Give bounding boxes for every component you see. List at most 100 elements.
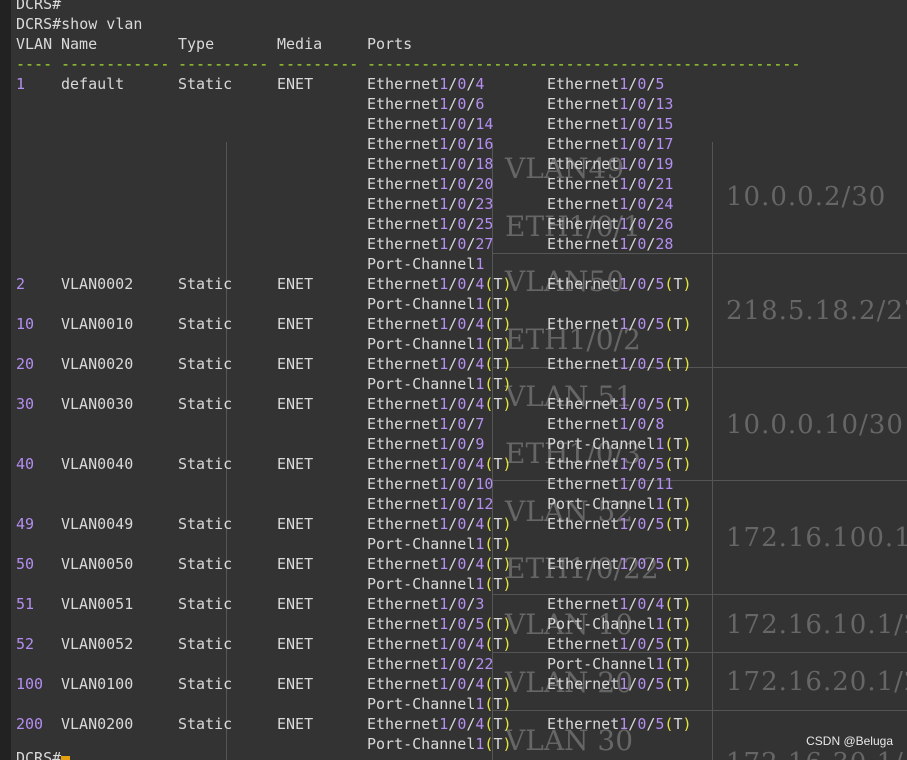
command-text: DCRS#show vlan	[16, 15, 143, 33]
text-cursor	[61, 756, 70, 760]
bottom-prompt-text: DCRS#	[16, 749, 62, 760]
vlan-cell-name: VLAN0002	[61, 275, 134, 293]
vlan-table-row: 200 VLAN0200 Static ENET Ethernet1/0/4(T) Eth…	[0, 714, 907, 734]
vlan-cell-name: VLAN0020	[61, 355, 134, 373]
terminal-window[interactable]: VLAN49 ETH1/0/1 VLAN50 ETH1/0/2 VLAN 51 …	[0, 0, 907, 760]
vlan-cell-p1: Port-Channel1(T)	[367, 695, 512, 713]
vlan-cell-p1: Port-Channel1(T)	[367, 535, 512, 553]
watermark: CSDN @Beluga	[806, 734, 893, 748]
vlan-cell-p2: Ethernet1/0/24	[547, 195, 674, 213]
vlan-cell-p1: Ethernet1/0/4(T)	[367, 515, 512, 533]
vlan-cell-p1: Port-Channel1(T)	[367, 335, 512, 353]
vlan-cell-type: Static	[178, 595, 233, 613]
vlan-cell-vlan: 30	[16, 395, 35, 413]
vlan-cell-p1: Ethernet1/0/4(T)	[367, 395, 512, 413]
header-type: Type	[178, 35, 215, 53]
vlan-table-row: Ethernet1/0/16 Ethernet1/0/17	[0, 134, 907, 154]
vlan-cell-type: Static	[178, 635, 233, 653]
vlan-table-row: 10 VLAN0010 Static ENET Ethernet1/0/4(T) Ethe…	[0, 314, 907, 334]
vlan-cell-type: Static	[178, 315, 233, 333]
vlan-table-row: Ethernet1/0/18 Ethernet1/0/19	[0, 154, 907, 174]
vlan-cell-p2: Ethernet1/0/4(T)	[547, 595, 692, 613]
header-media: Media	[277, 35, 323, 53]
vlan-cell-p2: Ethernet1/0/11	[547, 475, 674, 493]
vlan-table-row: 51 VLAN0051 Static ENET Ethernet1/0/3 Etherne…	[0, 594, 907, 614]
vlan-cell-p2: Ethernet1/0/5(T)	[547, 635, 692, 653]
vlan-cell-type: Static	[178, 455, 233, 473]
vlan-cell-p2: Port-Channel1(T)	[547, 495, 692, 513]
vlan-cell-p2: Ethernet1/0/5(T)	[547, 515, 692, 533]
vlan-cell-type: Static	[178, 275, 233, 293]
vlan-table-row: Port-Channel1	[0, 254, 907, 274]
vlan-cell-p1: Port-Channel1	[367, 255, 485, 273]
vlan-table-row: Ethernet1/0/23 Ethernet1/0/24	[0, 194, 907, 214]
vlan-table-row: 1 default Static ENET Ethernet1/0/4 Ethernet1…	[0, 74, 907, 94]
vlan-table-row: Port-Channel1(T)	[0, 694, 907, 714]
vlan-cell-media: ENET	[277, 555, 314, 573]
bottom-prompt-line: DCRS#	[0, 748, 907, 760]
vlan-table-row: Ethernet1/0/25 Ethernet1/0/26	[0, 214, 907, 234]
vlan-cell-p1: Ethernet1/0/18	[367, 155, 494, 173]
vlan-cell-type: Static	[178, 395, 233, 413]
header-row: VLAN Name Type Media Ports	[0, 34, 907, 54]
vlan-cell-p1: Ethernet1/0/12	[367, 495, 494, 513]
vlan-cell-type: Static	[178, 555, 233, 573]
vlan-cell-p1: Ethernet1/0/9	[367, 435, 485, 453]
separator-name: ------------	[61, 55, 170, 73]
vlan-cell-type: Static	[178, 75, 233, 93]
vlan-cell-vlan: 20	[16, 355, 35, 373]
vlan-cell-p1: Ethernet1/0/20	[367, 175, 494, 193]
vlan-cell-name: VLAN0040	[61, 455, 134, 473]
vlan-cell-p2: Ethernet1/0/19	[547, 155, 674, 173]
vlan-cell-p2: Port-Channel1(T)	[547, 655, 692, 673]
prompt-line: DCRS#	[0, 0, 907, 14]
vlan-cell-vlan: 10	[16, 315, 35, 333]
vlan-cell-p1: Ethernet1/0/10	[367, 475, 494, 493]
vlan-cell-p2: Ethernet1/0/5(T)	[547, 395, 692, 413]
vlan-cell-media: ENET	[277, 595, 314, 613]
vlan-cell-p2: Ethernet1/0/5(T)	[547, 275, 692, 293]
header-vlan: VLAN	[16, 35, 53, 53]
vlan-cell-vlan: 50	[16, 555, 35, 573]
vlan-table-row: Ethernet1/0/20 Ethernet1/0/21	[0, 174, 907, 194]
vlan-cell-p1: Ethernet1/0/23	[367, 195, 494, 213]
vlan-cell-vlan: 100	[16, 675, 44, 693]
vlan-cell-p1: Ethernet1/0/5(T)	[367, 615, 512, 633]
vlan-cell-p2: Ethernet1/0/5(T)	[547, 455, 692, 473]
vlan-table-row: Ethernet1/0/5(T) Port-Channel1(T)	[0, 614, 907, 634]
vlan-cell-media: ENET	[277, 455, 314, 473]
vlan-cell-p1: Ethernet1/0/3	[367, 595, 485, 613]
vlan-cell-p2: Ethernet1/0/28	[547, 235, 674, 253]
vlan-cell-type: Static	[178, 355, 233, 373]
vlan-cell-name: VLAN0052	[61, 635, 134, 653]
vlan-cell-name: VLAN0050	[61, 555, 134, 573]
vlan-cell-p2: Ethernet1/0/5(T)	[547, 315, 692, 333]
vlan-cell-p1: Ethernet1/0/16	[367, 135, 494, 153]
vlan-cell-p1: Ethernet1/0/6	[367, 95, 485, 113]
vlan-cell-vlan: 2	[16, 275, 26, 293]
vlan-cell-media: ENET	[277, 635, 314, 653]
vlan-cell-name: VLAN0051	[61, 595, 134, 613]
vlan-cell-p2: Ethernet1/0/26	[547, 215, 674, 233]
separator-type: ----------	[178, 55, 269, 73]
vlan-cell-name: VLAN0010	[61, 315, 134, 333]
vlan-table-row: Ethernet1/0/27 Ethernet1/0/28	[0, 234, 907, 254]
vlan-table-row: Port-Channel1(T)	[0, 334, 907, 354]
vlan-cell-p1: Ethernet1/0/22	[367, 655, 494, 673]
vlan-cell-p1: Ethernet1/0/7	[367, 415, 485, 433]
vlan-cell-p2: Ethernet1/0/5(T)	[547, 355, 692, 373]
vlan-cell-name: VLAN0100	[61, 675, 134, 693]
vlan-cell-p1: Ethernet1/0/4(T)	[367, 455, 512, 473]
vlan-cell-media: ENET	[277, 75, 314, 93]
vlan-cell-media: ENET	[277, 395, 314, 413]
vlan-table-row: 2 VLAN0002 Static ENET Ethernet1/0/4(T) Ether…	[0, 274, 907, 294]
vlan-cell-p2: Ethernet1/0/17	[547, 135, 674, 153]
separator-media: ---------	[277, 55, 359, 73]
vlan-cell-media: ENET	[277, 275, 314, 293]
vlan-cell-p2: Ethernet1/0/15	[547, 115, 674, 133]
separator-row: ---- ------------ ---------- --------- -…	[0, 54, 907, 74]
vlan-cell-media: ENET	[277, 315, 314, 333]
vlan-cell-vlan: 200	[16, 715, 44, 733]
vlan-cell-p1: Ethernet1/0/4(T)	[367, 275, 512, 293]
vlan-table-row: 20 VLAN0020 Static ENET Ethernet1/0/4(T) Ethe…	[0, 354, 907, 374]
